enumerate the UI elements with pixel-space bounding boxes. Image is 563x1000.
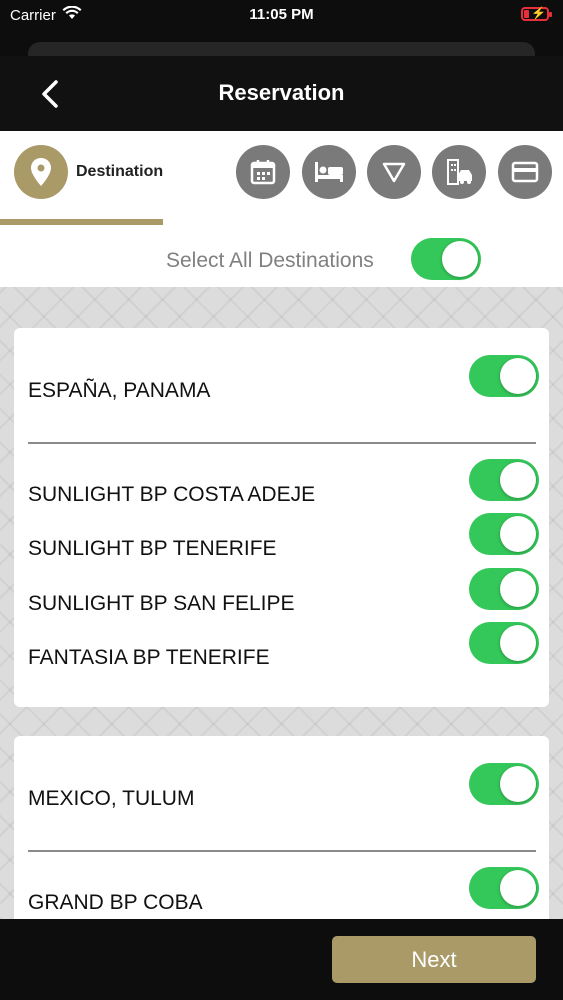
page-title: Reservation [218, 80, 345, 105]
destination-toggle[interactable] [469, 622, 539, 664]
credit-card-icon [511, 161, 539, 183]
toggle-knob [500, 516, 536, 552]
step-destination[interactable] [14, 145, 68, 199]
step-options[interactable] [367, 145, 421, 199]
toggle-knob [500, 571, 536, 607]
status-time: 11:05 PM [249, 6, 314, 23]
destination-toggle[interactable] [469, 459, 539, 501]
destination-label: FANTASIA BP TENERIFE [28, 646, 270, 669]
bed-icon [315, 162, 343, 182]
destination-group-card: MEXICO, TULUM GRAND BP COBA [14, 736, 549, 919]
bottom-bar: Next [0, 919, 563, 1000]
destination-toggle[interactable] [469, 513, 539, 555]
step-dates[interactable] [236, 145, 290, 199]
toggle-knob [500, 625, 536, 661]
triangle-down-icon [382, 162, 406, 183]
toggle-knob [500, 462, 536, 498]
step-payment[interactable] [498, 145, 552, 199]
select-all-toggle[interactable] [411, 238, 481, 280]
destination-group-card: ESPAÑA, PANAMA SUNLIGHT BP COSTA ADEJE S… [14, 328, 549, 707]
toggle-knob [442, 241, 478, 277]
step-extras[interactable] [432, 145, 486, 199]
active-step-indicator [0, 219, 163, 225]
select-all-row: Select All Destinations [0, 227, 563, 287]
destination-label: SUNLIGHT BP COSTA ADEJE [28, 483, 316, 506]
city-car-icon [447, 159, 472, 185]
toggle-knob [500, 870, 536, 906]
destination-toggle[interactable] [469, 568, 539, 610]
reservation-steps: Destination [0, 131, 563, 227]
step-destination-label: Destination [76, 163, 164, 180]
battery-icon: ⚡ [521, 6, 552, 21]
next-button[interactable]: Next [332, 936, 536, 983]
calendar-icon [250, 160, 276, 185]
navigation-bar: Reservation [0, 56, 563, 131]
select-all-label: Select All Destinations [166, 249, 374, 272]
destination-label: SUNLIGHT BP SAN FELIPE [28, 592, 295, 615]
location-pin-icon [31, 158, 51, 186]
toggle-knob [500, 358, 536, 394]
divider [28, 442, 536, 444]
status-bar: Carrier 11:05 PM ⚡ [0, 0, 563, 32]
group-toggle[interactable] [469, 763, 539, 805]
destination-label: GRAND BP COBA [28, 891, 203, 914]
step-rooms[interactable] [302, 145, 356, 199]
divider [28, 850, 536, 852]
destination-toggle[interactable] [469, 867, 539, 909]
group-toggle[interactable] [469, 355, 539, 397]
group-header-label: ESPAÑA, PANAMA [28, 379, 211, 402]
group-header-label: MEXICO, TULUM [28, 787, 195, 810]
toggle-knob [500, 766, 536, 802]
destinations-list: ESPAÑA, PANAMA SUNLIGHT BP COSTA ADEJE S… [0, 287, 563, 919]
destination-label: SUNLIGHT BP TENERIFE [28, 537, 277, 560]
